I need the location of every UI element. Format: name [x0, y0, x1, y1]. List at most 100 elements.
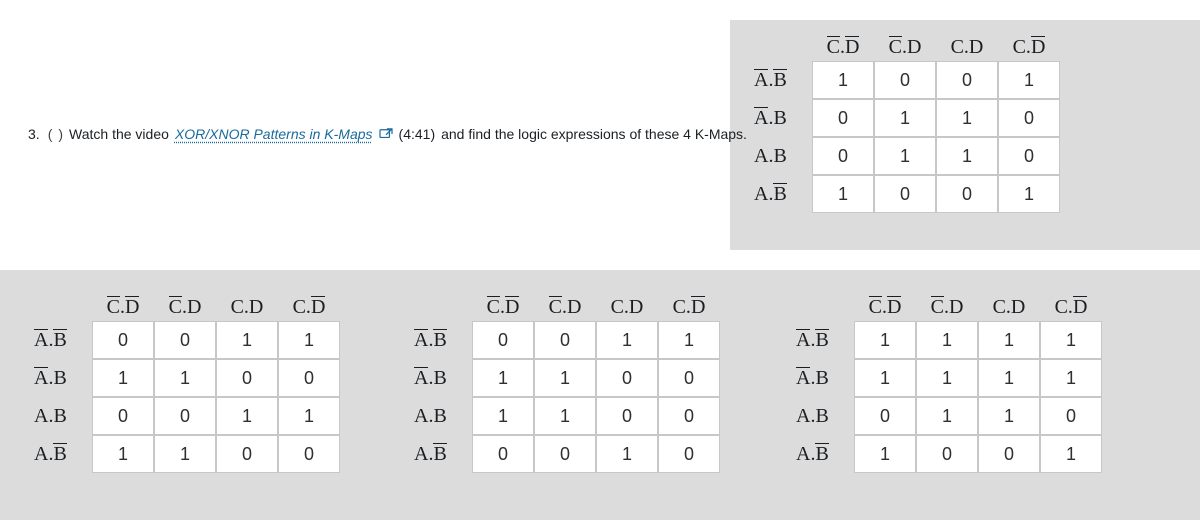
- kmap-col-header: C.D: [874, 36, 936, 61]
- kmap-cell: 0: [472, 435, 534, 473]
- kmap-cell: 1: [216, 321, 278, 359]
- kmap-col-header: C.D: [534, 296, 596, 321]
- kmap-cell: 1: [812, 175, 874, 213]
- kmap-cell: 1: [916, 321, 978, 359]
- kmap-cell: 1: [812, 61, 874, 99]
- kmap-row-header: A.B: [750, 175, 812, 213]
- kmap-row-header: A.B: [410, 321, 472, 359]
- kmap-cell: 1: [278, 321, 340, 359]
- kmap-col-header: C.D: [998, 36, 1060, 61]
- question-number: 3.: [28, 126, 40, 142]
- kmap-cell: 1: [1040, 435, 1102, 473]
- kmap-row-header: A.B: [410, 397, 472, 435]
- kmap-cell: 1: [154, 359, 216, 397]
- kmap-cell: 0: [92, 321, 154, 359]
- kmap-cell: 0: [216, 359, 278, 397]
- kmap-col-header: C.D: [92, 296, 154, 321]
- prompt-lead: Watch the video: [69, 126, 169, 142]
- kmap-row-header: A.B: [750, 137, 812, 175]
- kmap-row-header: A.B: [792, 321, 854, 359]
- kmap-cell: 1: [916, 359, 978, 397]
- kmap-cell: 1: [92, 359, 154, 397]
- question-prompt: 3. ( ) Watch the video XOR/XNOR Patterns…: [28, 126, 747, 142]
- kmap-cell: 1: [1040, 321, 1102, 359]
- kmap-row-header: A.B: [792, 435, 854, 473]
- kmap-col-header: C.D: [596, 296, 658, 321]
- kmap-cell: 0: [936, 175, 998, 213]
- kmap-cell: 0: [278, 359, 340, 397]
- kmap-cell: 0: [216, 435, 278, 473]
- kmap-cell: 0: [812, 137, 874, 175]
- kmap-1: C.DC.DC.DC.DA.B1001A.B0110A.B0110A.B1001: [750, 36, 1060, 213]
- kmap-cell: 1: [998, 61, 1060, 99]
- kmap-cell: 1: [874, 99, 936, 137]
- points-close: ): [58, 126, 63, 142]
- kmap-col-header: C.D: [472, 296, 534, 321]
- kmap-cell: 0: [1040, 397, 1102, 435]
- kmap-cell: 1: [874, 137, 936, 175]
- kmap-cell: 0: [658, 435, 720, 473]
- kmap-cell: 0: [998, 99, 1060, 137]
- kmap-cell: 1: [978, 321, 1040, 359]
- kmap-col-header: C.D: [916, 296, 978, 321]
- kmap-cell: 0: [658, 359, 720, 397]
- kmap-cell: 0: [874, 175, 936, 213]
- kmap-2: C.DC.DC.DC.DA.B0011A.B1100A.B0011A.B1100: [30, 296, 340, 473]
- kmap-cell: 1: [1040, 359, 1102, 397]
- kmap-cell: 0: [854, 397, 916, 435]
- kmap-row-header: A.B: [750, 99, 812, 137]
- external-link-icon: [379, 128, 393, 140]
- kmap-cell: 1: [854, 359, 916, 397]
- kmap-row-header: A.B: [30, 359, 92, 397]
- kmap-cell: 0: [916, 435, 978, 473]
- kmap-cell: 1: [854, 435, 916, 473]
- kmap-4: C.DC.DC.DC.DA.B1111A.B1111A.B0110A.B1001: [792, 296, 1102, 473]
- kmap-col-header: C.D: [278, 296, 340, 321]
- kmap-col-header: C.D: [854, 296, 916, 321]
- kmap-cell: 0: [534, 435, 596, 473]
- kmap-row-header: A.B: [30, 435, 92, 473]
- kmap-col-header: C.D: [658, 296, 720, 321]
- points-open: (: [48, 126, 53, 142]
- kmap-cell: 0: [596, 397, 658, 435]
- kmap-cell: 1: [472, 397, 534, 435]
- kmap-cell: 1: [534, 359, 596, 397]
- kmap-cell: 0: [92, 397, 154, 435]
- kmap-cell: 1: [998, 175, 1060, 213]
- kmap-cell: 1: [92, 435, 154, 473]
- kmap-cell: 1: [472, 359, 534, 397]
- kmap-cell: 1: [154, 435, 216, 473]
- kmap-cell: 0: [812, 99, 874, 137]
- prompt-tail: and find the logic expressions of these …: [441, 126, 747, 142]
- kmap-cell: 0: [154, 321, 216, 359]
- kmap-col-header: C.D: [812, 36, 874, 61]
- video-duration: (4:41): [399, 126, 436, 142]
- kmap-row-header: A.B: [792, 397, 854, 435]
- kmap-cell: 0: [978, 435, 1040, 473]
- kmap-row-header: A.B: [750, 61, 812, 99]
- kmap-3: C.DC.DC.DC.DA.B0011A.B1100A.B1100A.B0010: [410, 296, 720, 473]
- video-link[interactable]: XOR/XNOR Patterns in K-Maps: [175, 126, 373, 142]
- kmap-col-header: C.D: [154, 296, 216, 321]
- kmap-cell: 1: [936, 99, 998, 137]
- kmap-row-header: A.B: [410, 359, 472, 397]
- kmap-cell: 1: [854, 321, 916, 359]
- kmap-cell: 0: [596, 359, 658, 397]
- kmap-cell: 0: [658, 397, 720, 435]
- kmap-col-header: C.D: [978, 296, 1040, 321]
- kmap-cell: 1: [916, 397, 978, 435]
- kmap-cell: 1: [658, 321, 720, 359]
- kmap-row-header: A.B: [30, 321, 92, 359]
- kmap-row-header: A.B: [30, 397, 92, 435]
- kmap-cell: 0: [998, 137, 1060, 175]
- kmap-cell: 0: [278, 435, 340, 473]
- kmap-row-header: A.B: [410, 435, 472, 473]
- kmap-cell: 1: [596, 321, 658, 359]
- kmap-cell: 0: [534, 321, 596, 359]
- kmap-cell: 0: [472, 321, 534, 359]
- kmap-cell: 1: [936, 137, 998, 175]
- kmap-cell: 1: [596, 435, 658, 473]
- kmap-cell: 1: [534, 397, 596, 435]
- kmap-cell: 1: [978, 359, 1040, 397]
- kmap-cell: 0: [154, 397, 216, 435]
